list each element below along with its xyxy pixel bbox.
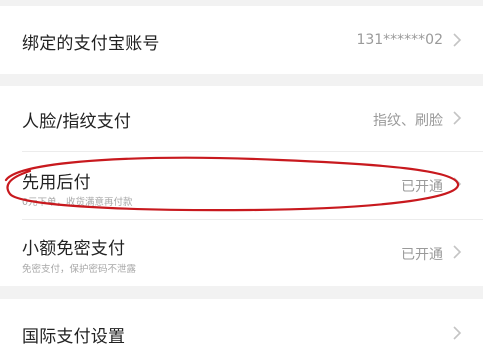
small-amount-title: 小额免密支付 — [22, 239, 126, 259]
face-fingerprint-value: 指纹、刷脸 — [373, 113, 443, 129]
pay-later-title: 先用后付 — [22, 173, 91, 193]
pay-later-value: 已开通 — [401, 179, 443, 195]
chevron-right-icon — [453, 245, 462, 259]
chevron-right-icon — [453, 33, 462, 47]
small-amount-pay-row[interactable]: 小额免密支付 免密支付，保护密码不泄露 已开通 — [0, 220, 483, 286]
alipay-account-value: 131******02 — [356, 32, 443, 48]
alipay-account-row[interactable]: 绑定的支付宝账号 131******02 — [0, 6, 483, 74]
international-title: 国际支付设置 — [22, 327, 126, 347]
pay-later-subtitle: 0元下单，收货满意再付款 — [22, 197, 133, 208]
face-fingerprint-title: 人脸/指纹支付 — [22, 112, 132, 132]
chevron-right-icon — [453, 326, 462, 340]
pay-later-row[interactable]: 先用后付 0元下单，收货满意再付款 已开通 — [0, 152, 483, 220]
international-pay-row[interactable]: 国际支付设置 — [0, 299, 483, 361]
payment-settings-page: 绑定的支付宝账号 131******02 人脸/指纹支付 指纹、刷脸 先用后付 … — [0, 0, 483, 361]
face-fingerprint-pay-row[interactable]: 人脸/指纹支付 指纹、刷脸 — [0, 86, 483, 152]
chevron-right-icon — [453, 111, 462, 125]
small-amount-subtitle: 免密支付，保护密码不泄露 — [22, 264, 137, 275]
small-amount-value: 已开通 — [401, 247, 443, 263]
alipay-account-title: 绑定的支付宝账号 — [22, 34, 160, 54]
chevron-right-icon — [453, 177, 462, 191]
